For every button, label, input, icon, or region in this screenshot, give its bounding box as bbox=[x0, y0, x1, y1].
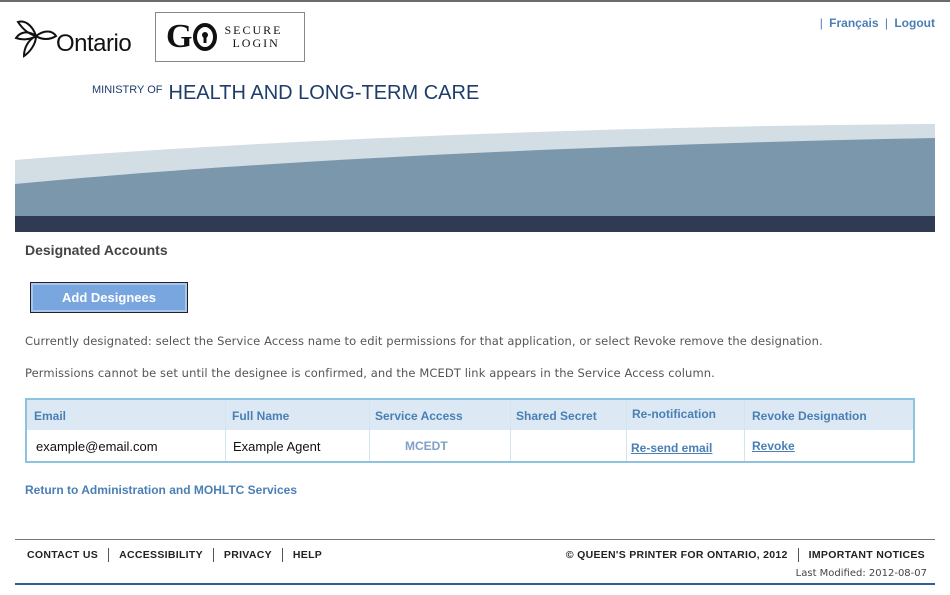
top-links-separator: | bbox=[819, 16, 823, 30]
footer-separator bbox=[108, 548, 110, 562]
copyright-text: © QUEEN'S PRINTER FOR ONTARIO, 2012 bbox=[565, 549, 788, 561]
table-row: example@email.com Example Agent MCEDT Re… bbox=[27, 431, 913, 461]
go-letter: G bbox=[166, 18, 192, 55]
footer-help-link[interactable]: HELP bbox=[293, 549, 322, 561]
footer-separator bbox=[212, 548, 214, 562]
go-secure-go: G bbox=[166, 18, 218, 56]
footer-privacy-link[interactable]: PRIVACY bbox=[224, 549, 272, 561]
footer-contact-us-link[interactable]: CONTACT US bbox=[27, 549, 98, 561]
instruction-text-1: Currently designated: select the Service… bbox=[25, 334, 823, 348]
column-header-full-name: Full Name bbox=[232, 409, 290, 423]
page-title: Designated Accounts bbox=[25, 242, 168, 258]
ministry-of-label: MINISTRY OF bbox=[92, 84, 163, 96]
secure-login-text: SECURE LOGIN bbox=[224, 24, 282, 50]
column-header-revoke-designation: Revoke Designation bbox=[752, 409, 867, 423]
column-header-shared-secret: Shared Secret bbox=[516, 409, 597, 423]
footer-right: © QUEEN'S PRINTER FOR ONTARIO, 2012 IMPO… bbox=[566, 548, 925, 562]
cell-email: example@email.com bbox=[36, 438, 158, 454]
go-secure-login-logo: G SECURE LOGIN bbox=[155, 12, 305, 62]
ministry-title: MINISTRY OF HEALTH AND LONG-TERM CARE bbox=[92, 82, 479, 105]
footer-divider bbox=[15, 539, 935, 540]
ontario-wordmark: Ontario bbox=[56, 30, 132, 57]
resend-email-link[interactable]: Re-send email bbox=[631, 433, 712, 463]
ontario-logo: Ontario bbox=[14, 14, 132, 58]
francais-link[interactable]: Français bbox=[829, 16, 878, 30]
ministry-name: HEALTH AND LONG-TERM CARE bbox=[168, 82, 480, 104]
logout-link[interactable]: Logout bbox=[894, 16, 935, 30]
trillium-icon bbox=[14, 20, 58, 58]
lock-icon bbox=[193, 23, 218, 51]
top-links: | Français | Logout bbox=[817, 16, 935, 30]
login-text: LOGIN bbox=[232, 36, 280, 50]
cell-service-access: MCEDT bbox=[405, 439, 448, 453]
footer-separator bbox=[281, 548, 283, 562]
footer-nav: CONTACT US ACCESSIBILITY PRIVACY HELP bbox=[27, 548, 322, 562]
column-header-service-access: Service Access bbox=[375, 409, 463, 423]
last-modified-text: Last Modified: 2012-08-07 bbox=[795, 568, 927, 579]
return-to-administration-link[interactable]: Return to Administration and MOHLTC Serv… bbox=[25, 483, 297, 497]
instruction-text-2: Permissions cannot be set until the desi… bbox=[25, 366, 715, 380]
important-notices-link[interactable]: IMPORTANT NOTICES bbox=[809, 549, 925, 561]
column-header-renotification: Re-notification bbox=[632, 407, 716, 421]
designees-table: Email Full Name Service Access Shared Se… bbox=[25, 398, 915, 463]
column-header-email: Email bbox=[34, 409, 67, 423]
footer-accessibility-link[interactable]: ACCESSIBILITY bbox=[119, 549, 203, 561]
top-links-separator: | bbox=[884, 16, 888, 30]
revoke-link[interactable]: Revoke bbox=[752, 431, 795, 461]
add-designees-button[interactable]: Add Designees bbox=[30, 282, 188, 313]
header-banner bbox=[15, 122, 935, 232]
cell-full-name: Example Agent bbox=[233, 438, 321, 454]
footer-bottom-divider bbox=[15, 583, 935, 585]
footer-separator bbox=[797, 548, 799, 562]
